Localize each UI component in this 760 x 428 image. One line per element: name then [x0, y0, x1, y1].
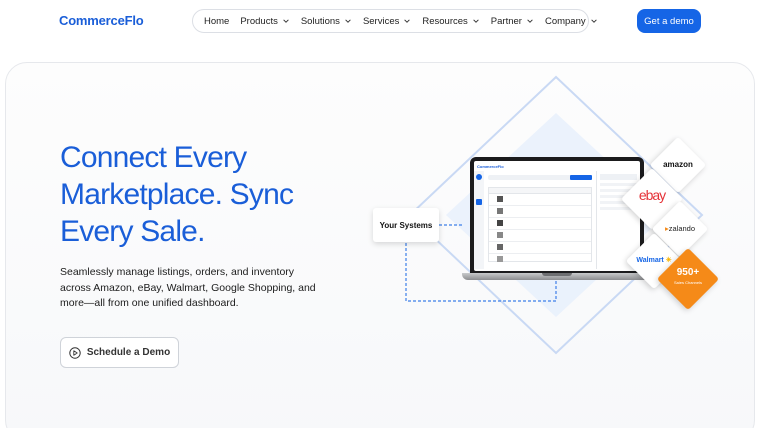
dashboard-sidebar: [474, 171, 484, 269]
logo[interactable]: CommerceFlo: [59, 13, 144, 28]
dashboard-preview: CommerceFlo: [474, 161, 640, 271]
nav-label: Solutions: [300, 15, 340, 27]
dashboard-brand: CommerceFlo: [477, 164, 504, 169]
nav-label: Partner: [490, 15, 522, 27]
dashboard-avatar: [476, 174, 482, 180]
laptop-screen: CommerceFlo: [470, 157, 644, 275]
nav-resources[interactable]: Resources: [422, 16, 479, 27]
nav-company[interactable]: Company: [545, 16, 598, 27]
nav-label: Company: [544, 15, 586, 27]
chevron-down-icon: [345, 19, 351, 23]
hero-illustration: CommerceFlo Your Systems amazon ebay ▸za…: [366, 73, 754, 363]
hero-section: Connect Every Marketplace. Sync Every Sa…: [5, 62, 755, 428]
zalando-text: zalando: [668, 224, 696, 233]
headline-line: Every Sale.: [60, 215, 205, 248]
nav-home[interactable]: Home: [204, 16, 229, 27]
laptop-mockup: CommerceFlo: [462, 157, 652, 283]
nav-label: Home: [204, 15, 230, 27]
nav-solutions[interactable]: Solutions: [301, 16, 352, 27]
dashboard-button: [570, 175, 592, 180]
nav-products[interactable]: Products: [240, 16, 290, 27]
zalando-logo: ▸zalando: [664, 224, 696, 233]
hero-headline: Connect Every Marketplace. Sync Every Sa…: [60, 139, 360, 250]
headline-line: Connect Every: [60, 141, 247, 174]
nav-partner[interactable]: Partner: [491, 16, 534, 27]
ebay-logo: ebay: [638, 187, 666, 203]
headline-line: Marketplace. Sync: [60, 178, 294, 211]
chevron-down-icon: [404, 19, 411, 23]
amazon-logo: amazon: [663, 160, 693, 169]
chevron-down-icon: [473, 19, 479, 23]
dashboard-search: [488, 175, 578, 180]
nav-label: Services: [362, 15, 400, 27]
dashboard-table: [488, 187, 592, 262]
hero-subtext: Seamlessly manage listings, orders, and …: [60, 266, 316, 309]
main-nav: Home Products Solutions Services Resourc…: [192, 9, 597, 33]
play-circle-icon: [69, 346, 81, 359]
channels-label: Sales Channels: [673, 280, 703, 285]
chevron-down-icon: [590, 19, 597, 23]
laptop-notch: [542, 273, 572, 276]
schedule-demo-label: Schedule a Demo: [86, 347, 171, 358]
nav-label: Products: [240, 15, 278, 27]
walmart-text: Walmart: [636, 257, 664, 264]
channels-count: 950+: [676, 267, 700, 278]
schedule-demo-button[interactable]: Schedule a Demo: [60, 337, 179, 368]
dashboard-nav-active: [476, 199, 482, 205]
nav-services[interactable]: Services: [363, 16, 411, 27]
your-systems-card: Your Systems: [373, 208, 439, 242]
nav-label: Resources: [422, 15, 468, 27]
chevron-down-icon: [527, 19, 533, 23]
chevron-down-icon: [283, 19, 289, 23]
get-demo-button[interactable]: Get a demo: [637, 9, 701, 33]
